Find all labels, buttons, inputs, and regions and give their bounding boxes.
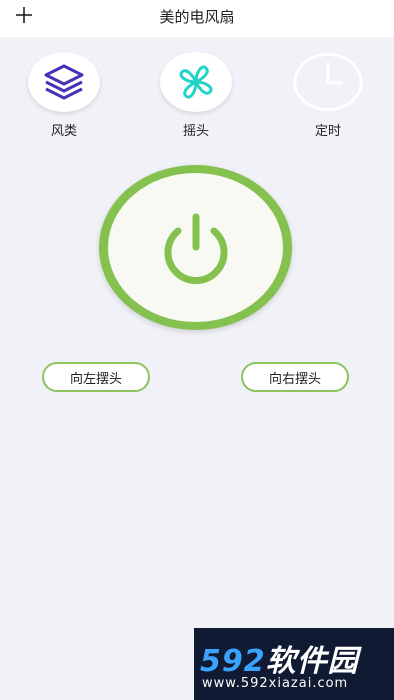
wind-mode-button[interactable]: 风类	[26, 52, 102, 144]
swing-mode-circle	[160, 52, 232, 112]
header-bar: 美的电风扇	[0, 0, 394, 37]
swing-mode-button[interactable]: 摇头	[158, 52, 234, 144]
power-button-face	[108, 173, 283, 322]
swing-mode-label: 摇头	[182, 124, 209, 139]
power-button[interactable]	[99, 165, 292, 330]
timer-mode-label: 定时	[314, 124, 341, 139]
watermark-logo: 592软件园 www.592xiazai.com	[194, 628, 394, 700]
watermark-brand-number: 592	[200, 644, 266, 679]
watermark-url: www.592xiazai.com	[202, 676, 349, 691]
page-title: 美的电风扇	[159, 8, 235, 26]
timer-mode-button[interactable]: 定时	[290, 52, 366, 144]
layers-icon	[44, 64, 84, 100]
wind-mode-circle	[28, 52, 100, 112]
fan-icon	[179, 65, 213, 99]
clock-icon	[293, 53, 363, 111]
swing-right-button[interactable]: 向右摆头	[241, 362, 349, 392]
watermark-brand-name: 软件园	[265, 644, 359, 679]
watermark-brand: 592软件园	[200, 636, 359, 680]
power-icon	[164, 213, 227, 284]
wind-mode-label: 风类	[50, 124, 77, 139]
timer-mode-circle	[292, 52, 364, 112]
swing-left-button[interactable]: 向左摆头	[42, 362, 150, 392]
